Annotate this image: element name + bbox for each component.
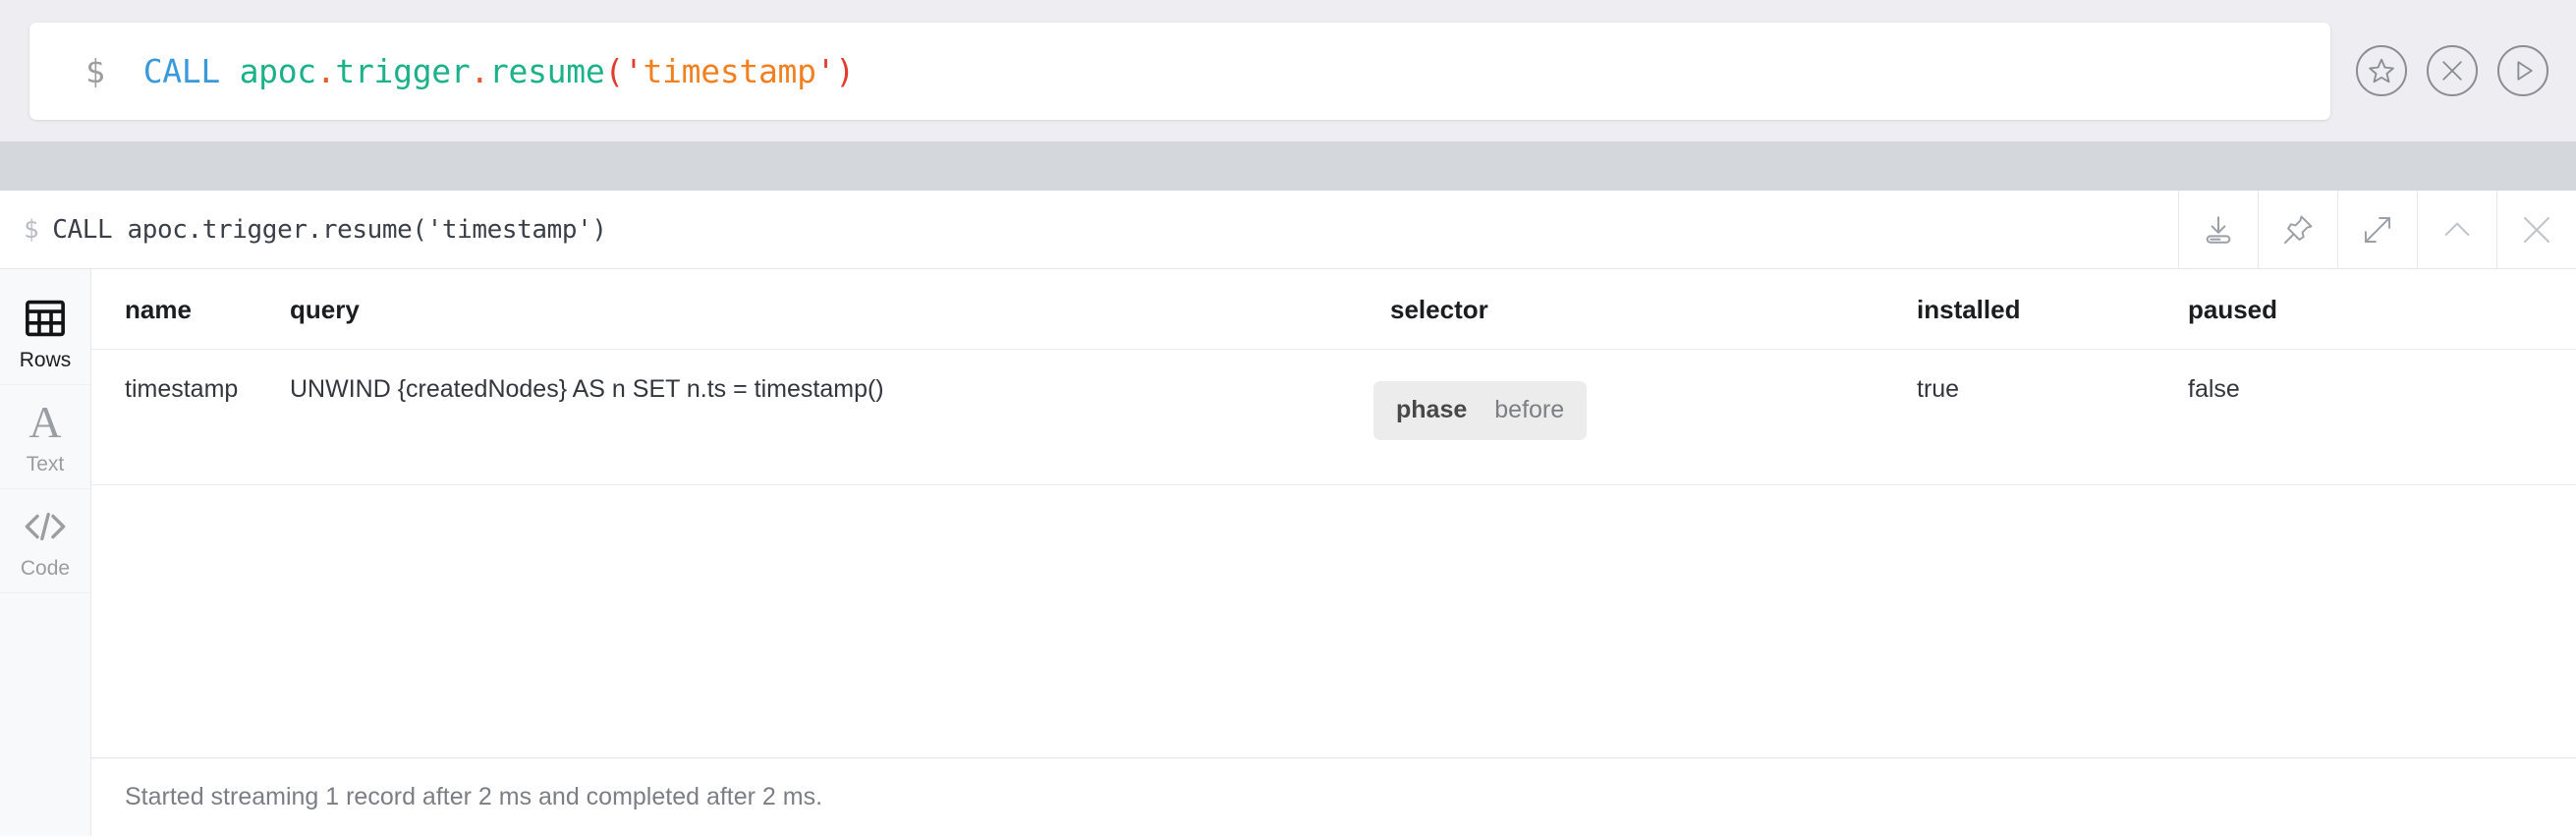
close-frame-button[interactable] (2496, 191, 2576, 269)
star-icon (2367, 56, 2396, 85)
close-icon (2519, 212, 2554, 248)
close-icon (2438, 57, 2466, 84)
view-switcher-sidebar: Rows A Text Code (0, 269, 91, 836)
table-empty-space (91, 485, 2576, 757)
frame-toolbar (2178, 191, 2576, 269)
chip-value: before (1494, 396, 1565, 423)
sidebar-item-rows[interactable]: Rows (0, 281, 90, 385)
cell-query: UNWIND {createdNodes} AS n SET n.ts = ti… (290, 349, 1390, 485)
sidebar-item-label: Text (26, 452, 65, 475)
editor-bar: $ CALL apoc . trigger . resume ( ' times… (0, 0, 2576, 141)
sidebar-item-label: Code (20, 556, 71, 580)
run-button[interactable] (2497, 45, 2548, 96)
frame-prompt: $ (24, 214, 39, 245)
editor-token-resume: resume (488, 52, 605, 90)
column-header-name[interactable]: name (91, 269, 290, 350)
editor-token-call: CALL (142, 52, 240, 90)
sidebar-item-label: Rows (19, 348, 72, 371)
text-a-icon: A (28, 396, 62, 447)
collapse-button[interactable] (2417, 191, 2496, 269)
result-content: name query selector installed paused tim… (91, 269, 2576, 836)
editor-token-trigger: trigger (335, 52, 471, 90)
code-brackets-icon (23, 504, 68, 549)
editor-actions (2356, 0, 2548, 141)
query-editor[interactable]: $ CALL apoc . trigger . resume ( ' times… (29, 23, 2330, 120)
cell-selector: phase before (1373, 349, 1917, 485)
status-bar: Started streaming 1 record after 2 ms an… (91, 757, 2576, 836)
column-header-installed[interactable]: installed (1917, 269, 2188, 350)
frame-gap-band (0, 141, 2576, 191)
pin-icon (2281, 213, 2315, 247)
clear-button[interactable] (2427, 45, 2478, 96)
editor-prompt: $ (85, 52, 105, 90)
column-header-selector[interactable]: selector (1390, 269, 1917, 350)
editor-token-apoc: apoc (239, 52, 317, 90)
frame-header: $ CALL apoc.trigger.resume('timestamp') (0, 191, 2576, 269)
expand-icon (2361, 213, 2394, 247)
sidebar-item-text[interactable]: A Text (0, 385, 90, 489)
expand-button[interactable] (2337, 191, 2417, 269)
play-icon (2509, 57, 2537, 84)
cell-installed: true (1917, 349, 2188, 485)
table-header-row: name query selector installed paused (91, 269, 2576, 350)
editor-token-open-paren: ( (604, 52, 624, 90)
frame-query-display: $ CALL apoc.trigger.resume('timestamp') (0, 215, 607, 245)
column-header-query[interactable]: query (290, 269, 1390, 350)
editor-token-dot-2: . (470, 52, 489, 90)
editor-token-close-quote: ' (815, 52, 836, 90)
pin-button[interactable] (2258, 191, 2337, 269)
chevron-up-icon (2440, 213, 2474, 247)
editor-token-open-quote: ' (623, 52, 644, 90)
frame-query-text: CALL apoc.trigger.resume('timestamp') (52, 214, 607, 245)
editor-token-string: timestamp (643, 52, 816, 90)
results-table: name query selector installed paused tim… (91, 269, 2576, 485)
download-button[interactable] (2178, 191, 2258, 269)
chip-key: phase (1396, 396, 1468, 423)
table-icon (25, 296, 66, 341)
status-message: Started streaming 1 record after 2 ms an… (125, 783, 823, 810)
favorite-button[interactable] (2356, 45, 2407, 96)
editor-token-dot-1: . (315, 52, 336, 90)
editor-token-close-paren: ) (835, 52, 855, 90)
editor-query-line[interactable]: $ CALL apoc . trigger . resume ( ' times… (29, 52, 855, 90)
sidebar-item-code[interactable]: Code (0, 489, 90, 593)
cell-name: timestamp (91, 349, 290, 485)
selector-map-chip: phase before (1373, 381, 1588, 440)
result-frame: $ CALL apoc.trigger.resume('timestamp') (0, 191, 2576, 837)
cell-paused: false (2188, 349, 2576, 485)
column-header-paused[interactable]: paused (2188, 269, 2576, 350)
table-row: timestamp UNWIND {createdNodes} AS n SET… (91, 349, 2576, 485)
download-icon (2202, 213, 2235, 247)
frame-body: Rows A Text Code name query selector ins… (0, 269, 2576, 836)
editor-prompt-space (105, 52, 143, 90)
